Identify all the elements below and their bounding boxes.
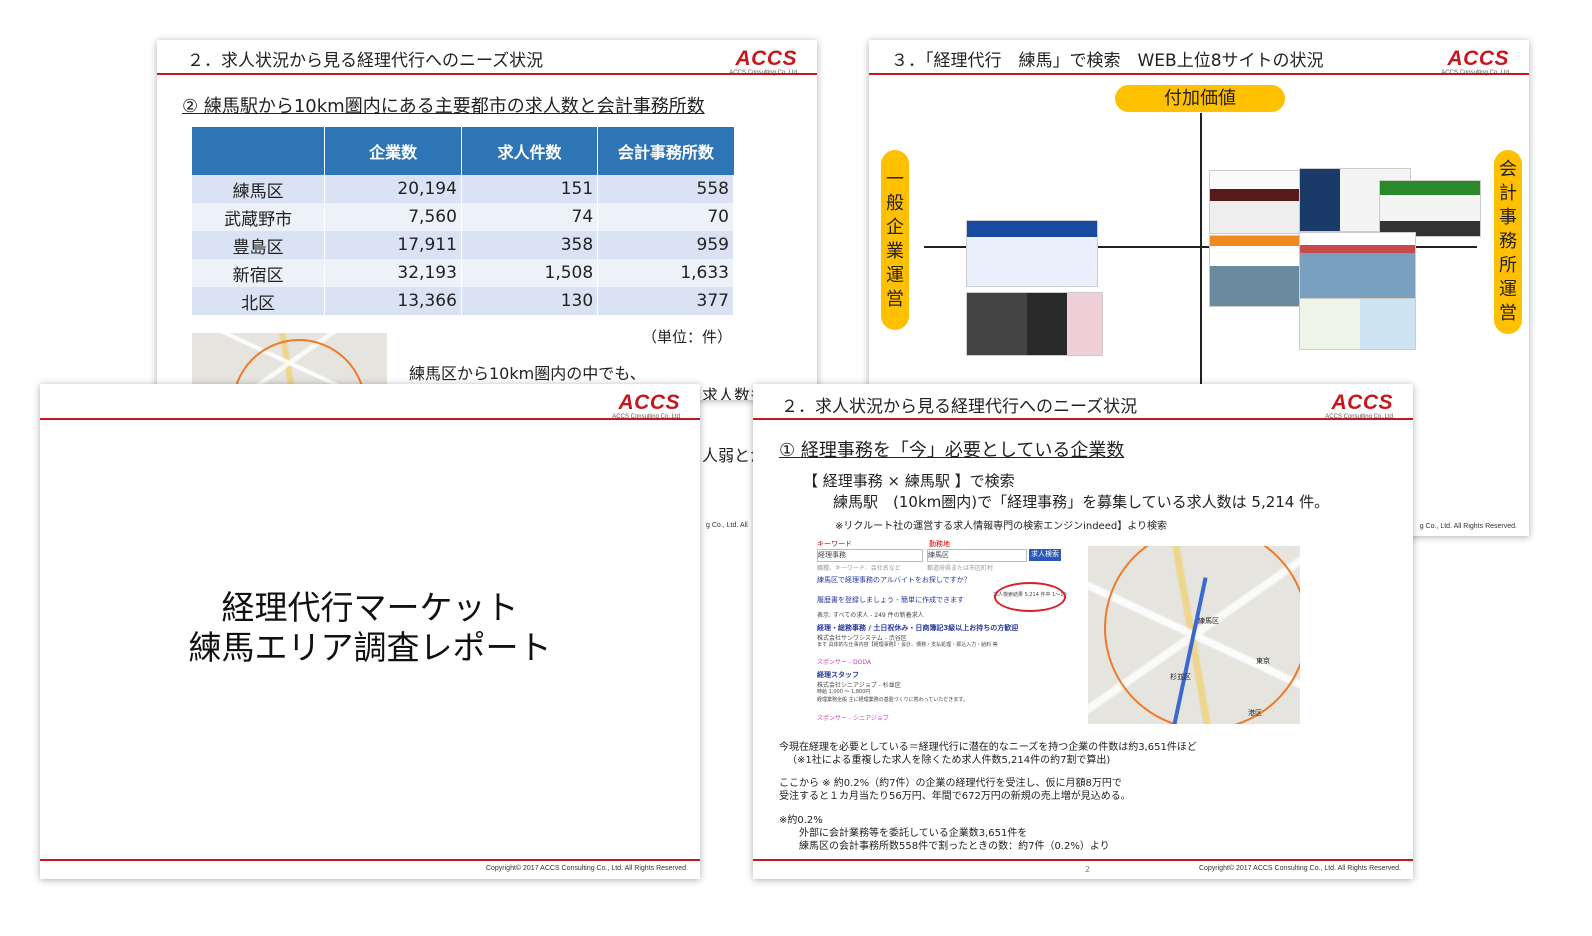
table-row: 新宿区 32,193 1,508 1,633 [192, 259, 734, 287]
column-header: 会計事務所数 [597, 127, 734, 175]
report-title-line1: 経理代行マーケット [221, 588, 519, 627]
search-line: 【 経理事務 × 練馬駅 】で検索 [803, 472, 1015, 490]
footer-rule [40, 859, 700, 861]
table-cell: 32,193 [324, 259, 462, 287]
accs-logo: ACCS ACCS Consulting Co.,Ltd [1325, 391, 1393, 420]
website-thumbnail [1379, 180, 1481, 237]
table-cell: 558 [597, 175, 734, 203]
note-text: 練馬区から10km圏内の中でも、 [409, 364, 646, 383]
count-highlight-ellipse [994, 582, 1066, 612]
slide-header: ２．求人状況から見る経理代行へのニーズ状況 [781, 397, 1138, 417]
column-header: 企業数 [324, 127, 462, 175]
body-text: （※1社による重複した求人を除くため求人件数5,214件の約7割で算出) [787, 755, 1111, 766]
table-cell: 武蔵野市 [192, 203, 326, 231]
copyright: Copyright© 2017 ACCS Consulting Co., Ltd… [485, 865, 688, 872]
header-rule [40, 418, 700, 420]
footer-rule [753, 859, 1413, 861]
source-note: ※リクルート社の運営する求人情報専門の検索エンジンindeed】より検索 [835, 521, 1167, 532]
table-row: 豊島区 17,911 358 959 [192, 231, 734, 259]
table-cell: 北区 [192, 287, 326, 315]
search-link[interactable]: 履歴書を登録しましょう - 簡単に作成できます [817, 595, 964, 605]
table-cell: 豊島区 [192, 231, 326, 259]
area-map: 練馬区 杉並区 東京 港区 [1088, 546, 1300, 724]
table-cell: 練馬区 [192, 175, 326, 203]
table-cell: 358 [461, 231, 599, 259]
table-header-row: 企業数 求人件数 会計事務所数 [192, 127, 734, 175]
copyright: Copyright© 2017 ACCS Consulting Co., Ltd… [1198, 865, 1401, 872]
table-cell: 20,194 [324, 175, 462, 203]
slide-job-stats: ２．求人状況から見る経理代行へのニーズ状況 ACCS ACCS Consulti… [157, 40, 817, 400]
location-field[interactable]: 練馬区 [927, 549, 1027, 562]
stats-table: 企業数 求人件数 会計事務所数 練馬区 20,194 151 558 武蔵野市 … [192, 127, 734, 315]
header-rule [753, 418, 1413, 420]
copyright-cut: g Co., Ltd. All [706, 522, 748, 529]
slide-subtitle: ② 練馬駅から10km圏内にある主要都市の求人数と会計事務所数 [182, 96, 705, 117]
page-number: 2 [1085, 865, 1091, 874]
table-cell: 959 [597, 231, 734, 259]
accounting-office-label: 会 計 事 務 所 運 営 [1494, 150, 1522, 334]
job-search-button[interactable]: 求人検索 [1029, 549, 1061, 561]
vertical-axis [1200, 113, 1202, 393]
unit-note: （単位：件） [641, 328, 732, 346]
search-result-screenshot: キーワード 勤務地 経理事務 練馬区 求人検索 職種、キーワード、会社名など 都… [817, 540, 1067, 722]
accs-logo: ACCS ACCS Consulting Co.,Ltd [612, 391, 680, 420]
slide-title: ACCS ACCS Consulting Co.,Ltd 経理代行マーケット 練… [40, 384, 700, 879]
report-title-line2: 練馬エリア調査レポート [188, 628, 552, 667]
website-thumbnail [966, 220, 1098, 287]
table-cell: 1,633 [597, 259, 734, 287]
accs-logo: ACCS ACCS Consulting Co.,Ltd [1441, 47, 1509, 76]
table-cell: 17,911 [324, 231, 462, 259]
job-title-link[interactable]: 経理スタッフ [817, 670, 859, 680]
table-cell: 7,560 [324, 203, 462, 231]
slide-needs: ２．求人状況から見る経理代行へのニーズ状況 ACCS ACCS Consulti… [753, 384, 1413, 879]
table-cell: 13,366 [324, 287, 462, 315]
body-text: 受注すると１カ月当たり56万円、年間で672万円の新規の売上増が見込める。 [779, 791, 1131, 802]
header-rule [157, 73, 817, 75]
website-thumbnail [1299, 232, 1416, 299]
website-thumbnail [966, 292, 1103, 356]
table-cell: 1,508 [461, 259, 599, 287]
radius-circle [1104, 546, 1300, 724]
keyword-field[interactable]: 経理事務 [817, 549, 923, 562]
website-thumbnail [1299, 298, 1416, 350]
table-cell: 151 [461, 175, 599, 203]
header-rule [869, 73, 1529, 75]
slide-header: ２．求人状況から見る経理代行へのニーズ状況 [187, 51, 544, 71]
table-row: 練馬区 20,194 151 558 [192, 175, 734, 203]
table-cell: 130 [461, 287, 599, 315]
table-cell: 70 [597, 203, 734, 231]
search-link[interactable]: 練馬区で経理事務のアルバイトをお探しですか？ [817, 575, 971, 585]
table-cell: 新宿区 [192, 259, 326, 287]
body-text: 練馬区の会計事務所数558件で割ったときの数：約7件（0.2%）より [799, 841, 1110, 852]
table-cell: 377 [597, 287, 734, 315]
table-row: 北区 13,366 130 377 [192, 287, 734, 315]
table-row: 武蔵野市 7,560 74 70 [192, 203, 734, 231]
job-title-link[interactable]: 経理・総務事務 / 土日祝休み・日商簿記3級以上お持ちの方歓迎 [817, 623, 1018, 633]
slide-subtitle: ① 経理事務を「今」必要としている企業数 [779, 440, 1125, 461]
result-line: 練馬駅 (10km圏内)で「経理事務」を募集している求人数は 5,214 件。 [833, 493, 1330, 511]
value-added-label: 付加価値 [1115, 85, 1285, 112]
table-cell: 74 [461, 203, 599, 231]
accs-logo: ACCS ACCS Consulting Co.,Ltd [729, 47, 797, 76]
slide-header: ３．「経理代行 練馬」で検索 WEB上位8サイトの状況 [891, 51, 1324, 71]
copyright-cut: g Co., Ltd. All Rights Reserved. [1419, 523, 1517, 530]
general-company-label: 一 般 企 業 運 営 [881, 150, 909, 330]
column-header [192, 127, 326, 175]
column-header: 求人件数 [461, 127, 599, 175]
